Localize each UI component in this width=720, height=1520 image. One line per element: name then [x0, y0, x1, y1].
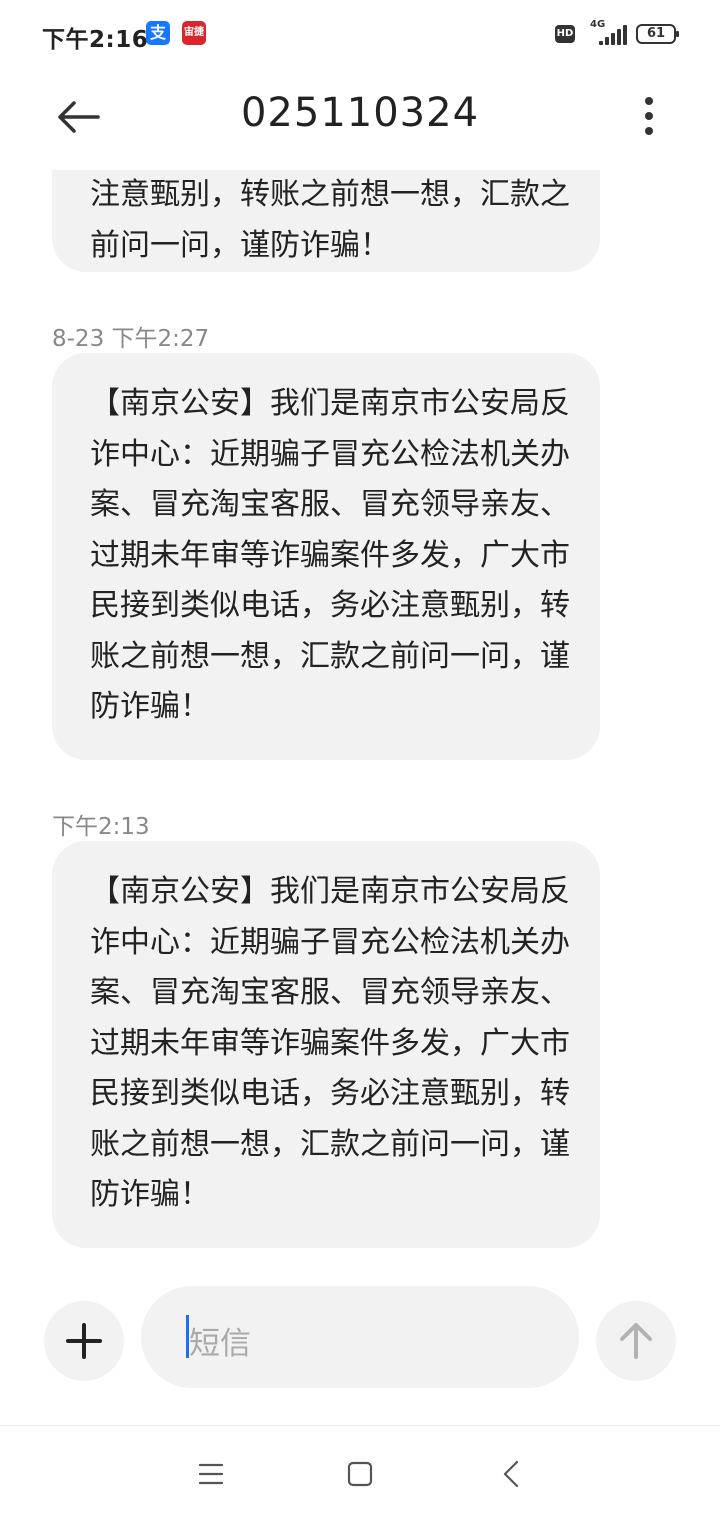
message-text: 【南京公安】我们是南京市公安局反诈中心：近期骗子冒充公检法机关办案、冒充淘宝客服…	[90, 386, 570, 724]
navigation-bar	[0, 1425, 720, 1520]
alipay-icon: 支	[146, 21, 170, 45]
message-timestamp: 下午2:13	[52, 814, 150, 840]
sms-conversation-screen: 下午2:16 支 宙捷 HD 4G 61 025110324 注意甄别，转账之前…	[0, 0, 720, 1520]
status-time: 下午2:16	[42, 27, 149, 53]
home-square-icon	[347, 1461, 373, 1487]
plus-icon	[66, 1323, 102, 1359]
conversation-header: 025110324	[0, 70, 720, 170]
railway-icon: 宙捷	[182, 21, 206, 45]
home-button[interactable]	[340, 1456, 380, 1492]
system-back-button[interactable]	[492, 1456, 532, 1492]
battery-icon: 61	[636, 24, 679, 44]
hd-icon: HD	[555, 25, 575, 43]
message-bubble[interactable]: 【南京公安】我们是南京市公安局反诈中心：近期骗子冒充公检法机关办案、冒充淘宝客服…	[52, 353, 600, 760]
hd-label: HD	[556, 28, 574, 39]
arrow-up-icon	[620, 1323, 652, 1359]
message-bubble[interactable]: 注意甄别，转账之前想一想，汇款之前问一问，谨防诈骗！	[52, 170, 600, 272]
chevron-left-icon	[503, 1460, 519, 1488]
recent-apps-button[interactable]	[190, 1456, 230, 1492]
message-text: 注意甄别，转账之前想一想，汇款之前问一问，谨防诈骗！	[90, 177, 570, 263]
input-placeholder: 短信	[189, 1326, 251, 1362]
menu-icon	[198, 1463, 224, 1485]
add-attachment-button[interactable]	[44, 1301, 124, 1381]
battery-level: 61	[646, 26, 666, 41]
message-timestamp: 8-23 下午2:27	[52, 326, 210, 352]
message-thread[interactable]: 注意甄别，转账之前想一想，汇款之前问一问，谨防诈骗！ 8-23 下午2:27 【…	[0, 170, 720, 1280]
signal-icon	[597, 23, 627, 45]
message-bubble[interactable]: 【南京公安】我们是南京市公安局反诈中心：近期骗子冒充公检法机关办案、冒充淘宝客服…	[52, 841, 600, 1248]
send-button[interactable]	[596, 1301, 676, 1381]
page-title: 025110324	[240, 90, 480, 136]
status-bar: 下午2:16 支 宙捷 HD 4G 61	[0, 0, 720, 70]
more-options-button[interactable]	[630, 92, 670, 142]
message-text: 【南京公安】我们是南京市公安局反诈中心：近期骗子冒充公检法机关办案、冒充淘宝客服…	[90, 874, 570, 1212]
message-input[interactable]: 短信	[141, 1286, 579, 1388]
